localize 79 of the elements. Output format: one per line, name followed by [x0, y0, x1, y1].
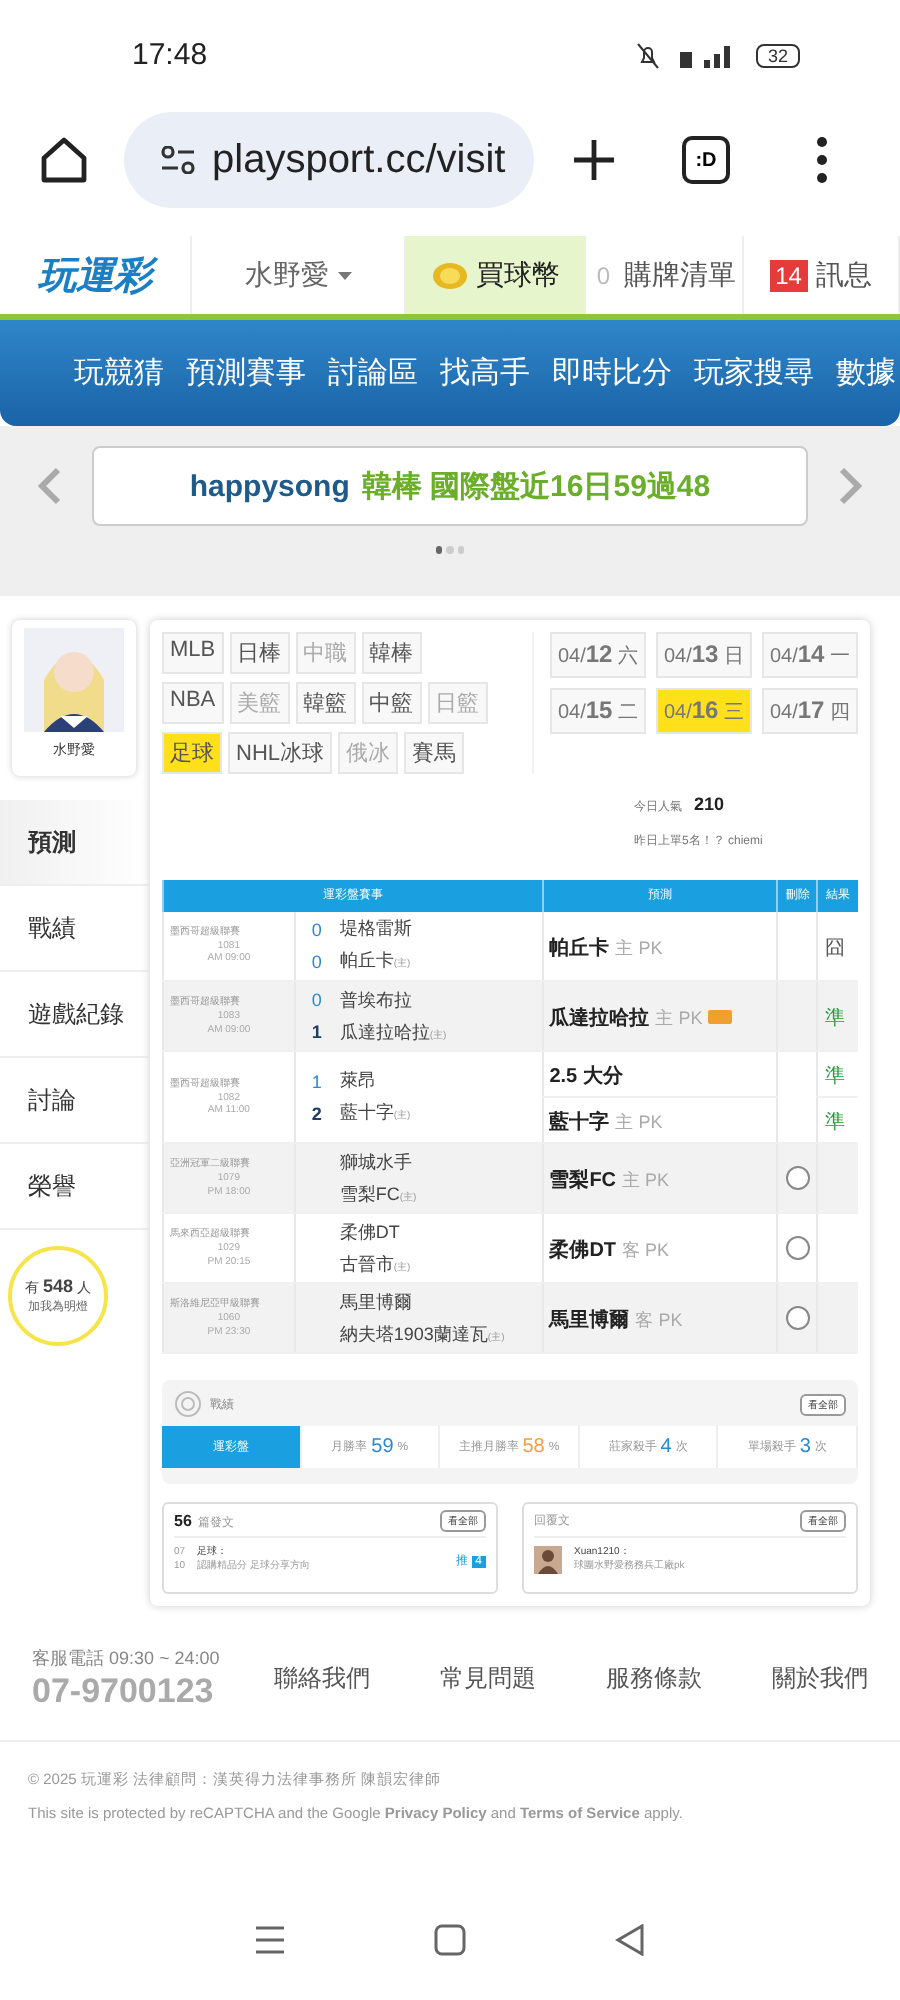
buy-coins-button[interactable]: 買球幣 [406, 236, 586, 314]
announcement-banner[interactable]: happysong 韓棒 國際盤近16日59過48 [92, 446, 808, 526]
score: 1 [311, 1071, 324, 1091]
footer-link[interactable]: 常見問題 [440, 1662, 536, 1696]
sidebar-item[interactable]: 預測 [0, 800, 148, 886]
date-tab[interactable]: 04/17 四 [762, 688, 858, 734]
target-icon [174, 1390, 202, 1418]
score: 2 [311, 1103, 324, 1123]
team-name: 獅城水手 [339, 1149, 414, 1175]
address-bar[interactable]: playsport.cc/visit [124, 112, 534, 208]
status-time: 17:48 [132, 38, 208, 72]
result-text: 準 [824, 1112, 845, 1134]
prediction: 柔佛DT 客 PK [549, 1240, 670, 1262]
plus-icon [570, 136, 618, 184]
prediction: 2.5 大分 [549, 1066, 623, 1088]
team-name: 堤格雷斯 [339, 916, 414, 943]
date-tab[interactable]: 04/13 日 [656, 632, 752, 678]
mute-icon [631, 41, 664, 69]
score: 0 [311, 951, 324, 972]
score: 0 [311, 990, 324, 1010]
league-tab[interactable]: 韓棒 [361, 632, 422, 674]
tabs-button[interactable]: :D [682, 136, 730, 184]
league-tab[interactable]: NHL冰球 [228, 732, 333, 774]
nav-link[interactable]: 找高手 [440, 354, 530, 392]
coin-icon [432, 261, 468, 289]
league-tab[interactable]: 足球 [162, 732, 222, 774]
team-name: 普埃布拉 [339, 987, 414, 1013]
delete-button[interactable] [785, 1236, 810, 1260]
nav-link[interactable]: 玩競猜 [74, 354, 164, 392]
prediction: 雪梨FC 主 PK [549, 1170, 670, 1192]
site-settings-icon [160, 146, 196, 174]
menu-icon [816, 136, 828, 184]
nav-link[interactable]: 預測賽事 [186, 354, 306, 392]
league-tab[interactable]: 中籃 [361, 682, 422, 724]
service-hours: 客服電話 09:30 ~ 24:00 [32, 1646, 220, 1672]
nav-link[interactable]: 討論區 [328, 354, 418, 392]
square-icon [434, 1924, 466, 1956]
chevron-left-icon [38, 466, 62, 506]
score: 0 [311, 919, 324, 940]
footer-link[interactable]: 服務條款 [606, 1662, 702, 1696]
nav-link[interactable]: 數據 [836, 354, 896, 392]
cart-count: 0 [594, 259, 613, 291]
back-icon [614, 1924, 646, 1956]
banner-text: 韓棒 國際盤近16日59過48 [361, 467, 711, 505]
prediction: 藍十字 主 PK [549, 1112, 663, 1134]
caret-icon [337, 271, 351, 279]
banner-user: happysong [189, 469, 350, 503]
result-text: 準 [824, 1066, 845, 1088]
date-tab[interactable]: 04/14 一 [762, 632, 858, 678]
phone-number: 07-9700123 [32, 1672, 216, 1712]
battery-level: 32 [755, 43, 800, 67]
nav-link[interactable]: 玩家搜尋 [694, 354, 814, 392]
prediction: 帕丘卡 主 PK [549, 937, 663, 960]
message-count: 14 [769, 259, 808, 291]
chevron-right-icon [838, 466, 862, 506]
footer-link[interactable]: 聯絡我們 [274, 1662, 370, 1696]
league-tab[interactable]: 韓籃 [295, 682, 356, 724]
prediction: 瓜達拉哈拉 主 PK [549, 1008, 703, 1030]
nav-link[interactable]: 即時比分 [552, 354, 672, 392]
date-tab[interactable]: 04/15 二 [550, 688, 646, 734]
page-dots [436, 546, 464, 554]
date-tab[interactable]: 04/12 六 [550, 632, 646, 678]
score: 1 [311, 1022, 324, 1042]
team-name: 馬里博爾 [339, 1289, 414, 1315]
avatar-icon [534, 1546, 562, 1574]
result-text: 囧 [824, 937, 845, 960]
lines-icon [254, 1926, 286, 1954]
team-name: 萊昂 [339, 1068, 378, 1094]
footer-link[interactable]: 關於我們 [772, 1662, 868, 1696]
league-tab[interactable]: 日棒 [229, 632, 290, 674]
league-tab[interactable]: MLB [162, 632, 224, 674]
league-tab[interactable]: NBA [162, 682, 224, 724]
league-tab[interactable]: 賽馬 [404, 732, 465, 774]
team-name: 柔佛DT [339, 1219, 402, 1245]
delete-button[interactable] [785, 1166, 810, 1190]
home-icon [38, 134, 90, 186]
delete-button[interactable] [785, 1306, 810, 1330]
prediction: 馬里博爾 客 PK [549, 1310, 683, 1332]
result-text: 準 [824, 1008, 845, 1030]
